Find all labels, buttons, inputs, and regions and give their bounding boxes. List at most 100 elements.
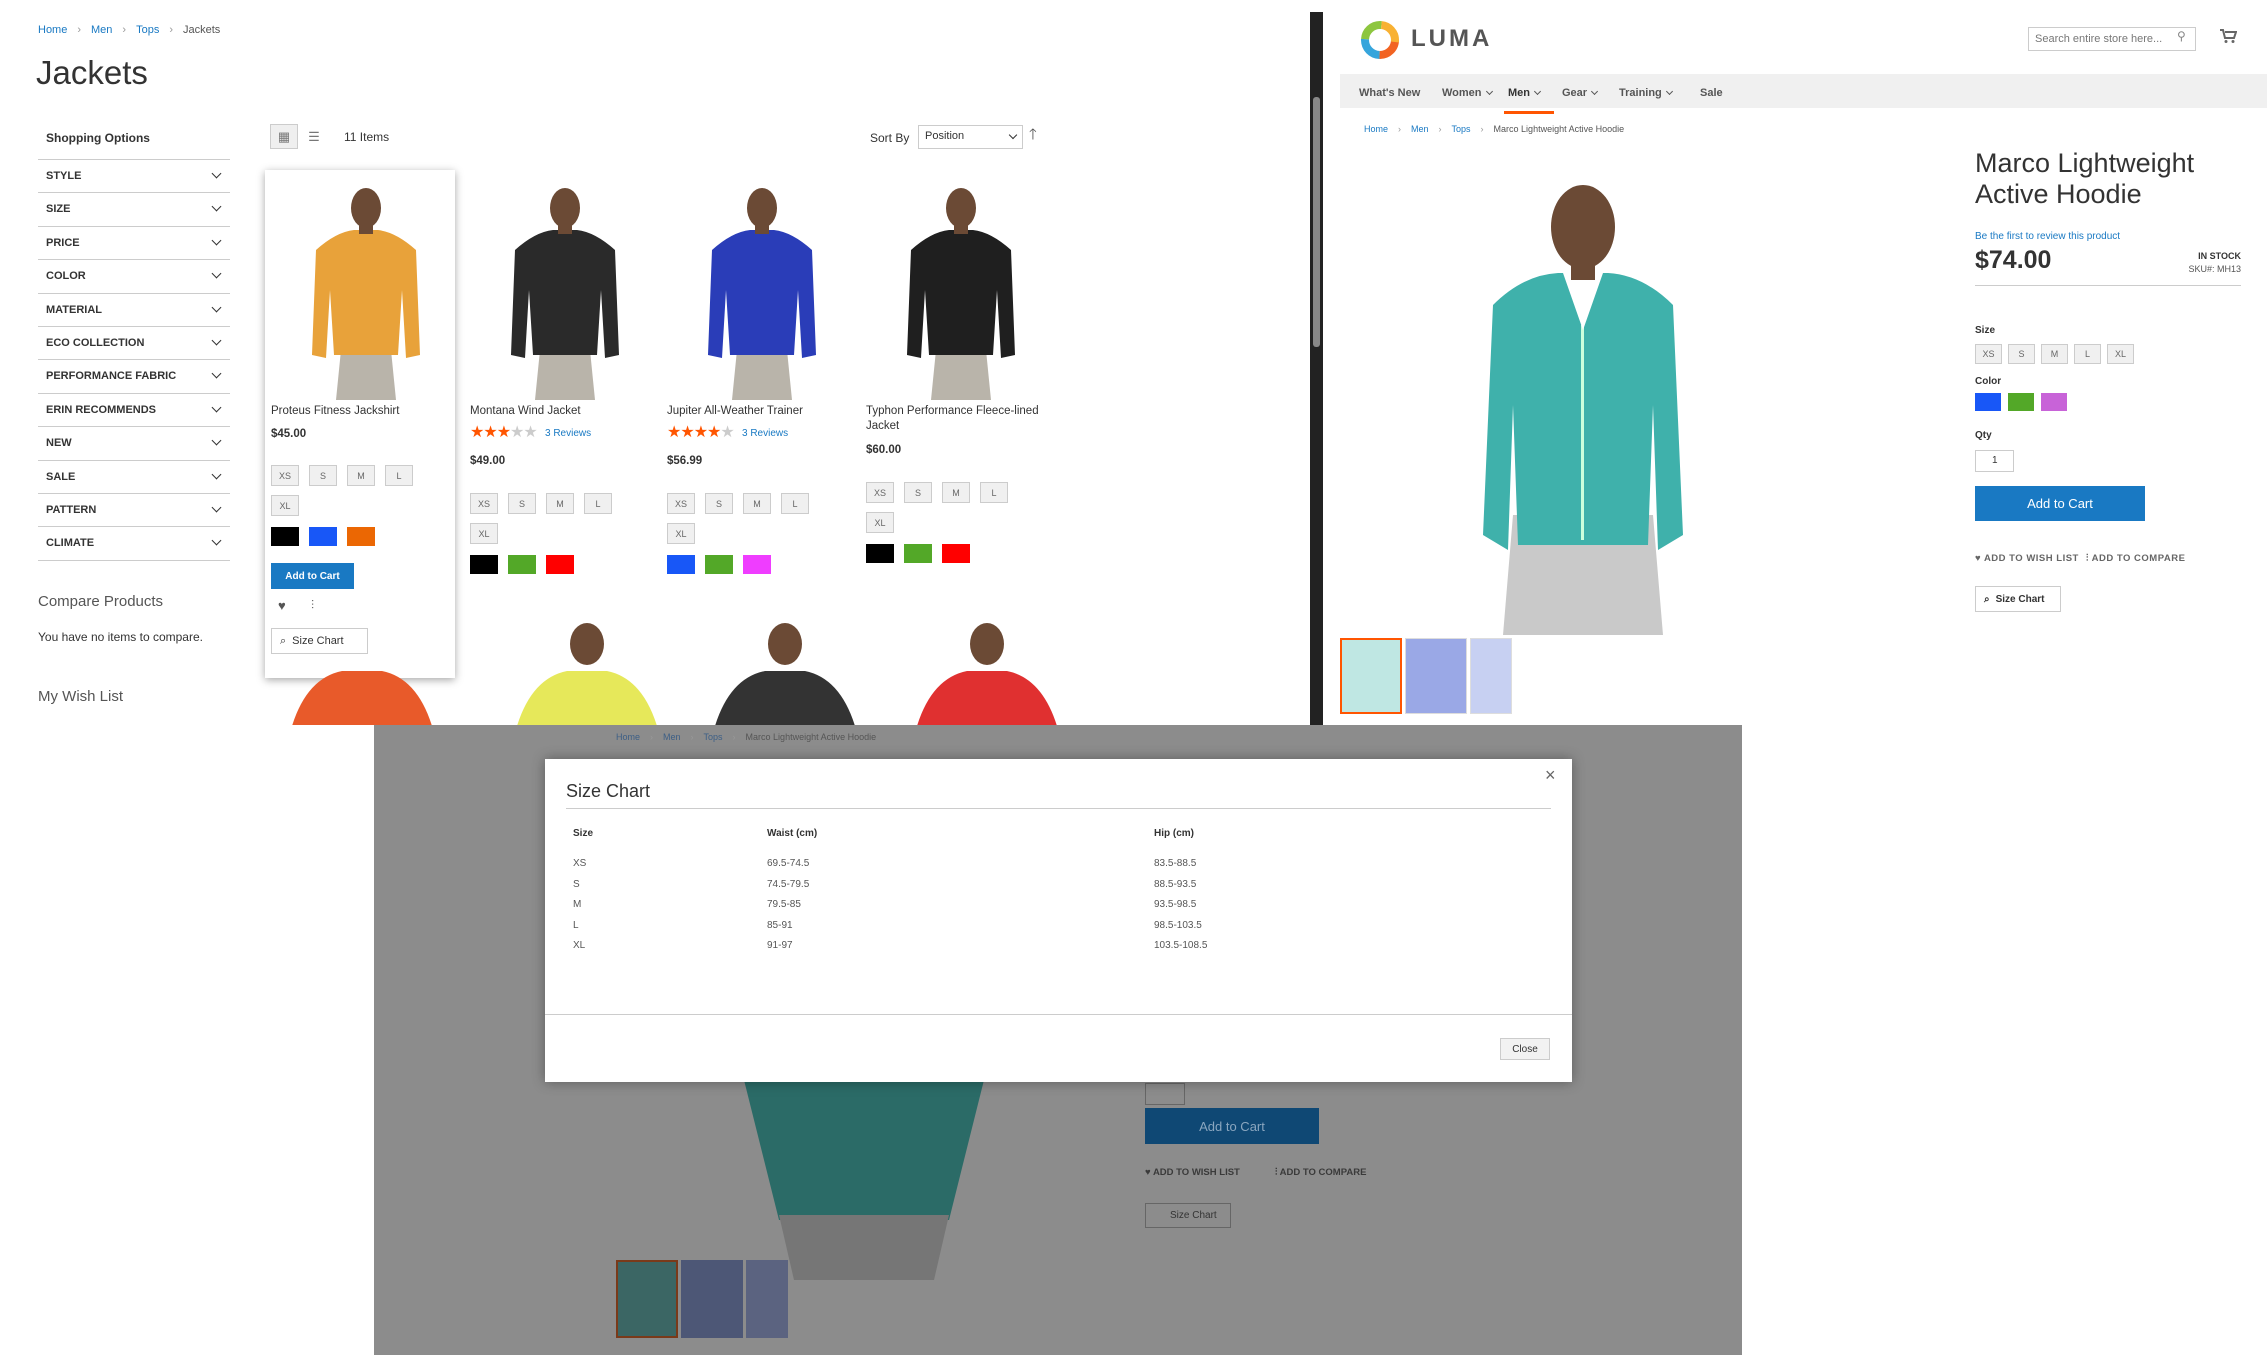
color-swatch[interactable] xyxy=(347,527,375,546)
thumbnail-2[interactable] xyxy=(1405,638,1467,714)
size-swatch-s[interactable]: S xyxy=(309,465,337,486)
color-swatch[interactable] xyxy=(705,555,733,574)
filter-style[interactable]: STYLE xyxy=(38,159,230,192)
product-image-row2[interactable] xyxy=(710,616,860,725)
size-swatch-s[interactable]: S xyxy=(904,482,932,503)
pd-color-swatch[interactable] xyxy=(1975,393,2001,411)
search-input[interactable]: Search entire store here... xyxy=(2028,27,2196,51)
size-swatch-m[interactable]: M xyxy=(942,482,970,503)
add-to-compare-link[interactable]: ⫶ ADD TO COMPARE xyxy=(2086,553,2185,564)
cart-icon[interactable] xyxy=(2219,28,2237,44)
filter-climate[interactable]: CLIMATE xyxy=(38,526,230,559)
size-chart-button[interactable]: ⌕ Size Chart xyxy=(1975,586,2061,612)
product-name[interactable]: Montana Wind Jacket xyxy=(470,404,645,419)
filter-performance-fabric[interactable]: PERFORMANCE FABRIC xyxy=(38,359,230,392)
qty-input[interactable]: 1 xyxy=(1975,450,2014,472)
add-to-cart-button[interactable]: Add to Cart xyxy=(271,563,354,589)
color-swatch[interactable] xyxy=(309,527,337,546)
nav-men[interactable]: Men xyxy=(1504,87,1554,114)
color-swatch[interactable] xyxy=(271,527,299,546)
nav-sale[interactable]: Sale xyxy=(1700,87,1723,99)
size-swatch-xl[interactable]: XL xyxy=(667,523,695,544)
product-main-image[interactable] xyxy=(1463,155,1703,635)
pd-size-m[interactable]: M xyxy=(2041,344,2068,364)
search-icon[interactable]: ⚲ xyxy=(2177,29,2186,43)
filter-new[interactable]: NEW xyxy=(38,426,230,459)
size-swatch-l[interactable]: L xyxy=(385,465,413,486)
luma-logo-icon[interactable] xyxy=(1360,20,1400,60)
reviews-link[interactable]: 3 Reviews xyxy=(545,428,591,439)
close-icon[interactable]: × xyxy=(1545,765,1556,786)
product-image-4[interactable] xyxy=(901,180,1021,400)
filter-erin-recommends[interactable]: ERIN RECOMMENDS xyxy=(38,392,230,426)
list-view-button[interactable]: ☰ xyxy=(300,124,328,149)
breadcrumb-men[interactable]: Men xyxy=(91,24,112,36)
size-swatch-xs[interactable]: XS xyxy=(271,465,299,486)
thumbnail-1[interactable] xyxy=(1340,638,1402,714)
breadcrumb-men[interactable]: Men xyxy=(1411,124,1429,134)
product-name[interactable]: Proteus Fitness Jackshirt xyxy=(271,404,446,419)
size-swatch-xs[interactable]: XS xyxy=(470,493,498,514)
product-image-row2[interactable] xyxy=(912,616,1062,725)
sort-direction-icon[interactable]: 🡑 xyxy=(1029,124,1037,149)
product-image-row2[interactable] xyxy=(512,616,662,725)
size-swatch-m[interactable]: M xyxy=(743,493,771,514)
color-swatch[interactable] xyxy=(743,555,771,574)
breadcrumb-tops[interactable]: Tops xyxy=(136,24,159,36)
scrollbar[interactable] xyxy=(1310,12,1323,725)
size-swatch-m[interactable]: M xyxy=(347,465,375,486)
close-button[interactable]: Close xyxy=(1500,1038,1550,1060)
sort-select[interactable]: Position xyxy=(918,125,1023,149)
scrollbar-thumb[interactable] xyxy=(1313,97,1320,347)
size-swatch-l[interactable]: L xyxy=(781,493,809,514)
compare-icon[interactable]: ⫶ xyxy=(311,598,314,613)
filter-price[interactable]: PRICE xyxy=(38,225,230,259)
pd-color-swatch[interactable] xyxy=(2041,393,2067,411)
nav-training[interactable]: Training xyxy=(1619,87,1673,99)
breadcrumb-home[interactable]: Home xyxy=(1364,124,1388,134)
breadcrumb-tops[interactable]: Tops xyxy=(1452,124,1471,134)
size-swatch-l[interactable]: L xyxy=(980,482,1008,503)
color-swatch[interactable] xyxy=(667,555,695,574)
product-image-3[interactable] xyxy=(702,180,822,400)
breadcrumb-home[interactable]: Home xyxy=(38,24,67,36)
add-to-wishlist-link[interactable]: ♥ ADD TO WISH LIST xyxy=(1975,553,2079,564)
grid-view-button[interactable]: ▦ xyxy=(270,124,298,149)
size-swatch-xl[interactable]: XL xyxy=(866,512,894,533)
size-swatch-s[interactable]: S xyxy=(508,493,536,514)
thumbnail-3[interactable] xyxy=(1470,638,1512,714)
pd-color-swatch[interactable] xyxy=(2008,393,2034,411)
product-name[interactable]: Jupiter All-Weather Trainer xyxy=(667,404,842,419)
color-swatch[interactable] xyxy=(942,544,970,563)
size-swatch-m[interactable]: M xyxy=(546,493,574,514)
product-image-1[interactable] xyxy=(306,180,426,400)
color-swatch[interactable] xyxy=(866,544,894,563)
filter-sale[interactable]: SALE xyxy=(38,459,230,493)
nav-women[interactable]: Women xyxy=(1442,87,1493,99)
filter-material[interactable]: MATERIAL xyxy=(38,292,230,326)
color-swatch[interactable] xyxy=(904,544,932,563)
size-swatch-xs[interactable]: XS xyxy=(667,493,695,514)
pd-size-xs[interactable]: XS xyxy=(1975,344,2002,364)
filter-eco-collection[interactable]: ECO COLLECTION xyxy=(38,326,230,359)
nav-gear[interactable]: Gear xyxy=(1562,87,1599,99)
size-swatch-xs[interactable]: XS xyxy=(866,482,894,503)
product-image-row2[interactable] xyxy=(287,616,437,725)
size-swatch-s[interactable]: S xyxy=(705,493,733,514)
review-link[interactable]: Be the first to review this product xyxy=(1975,231,2120,242)
size-swatch-l[interactable]: L xyxy=(584,493,612,514)
logo-text[interactable]: LUMA xyxy=(1411,25,1492,53)
pd-size-s[interactable]: S xyxy=(2008,344,2035,364)
reviews-link[interactable]: 3 Reviews xyxy=(742,428,788,439)
add-to-cart-button[interactable]: Add to Cart xyxy=(1975,486,2145,521)
product-name[interactable]: Typhon Performance Fleece-lined Jacket xyxy=(866,404,1041,434)
wishlist-heart-icon[interactable]: ♥ xyxy=(278,598,286,613)
size-swatch-xl[interactable]: XL xyxy=(470,523,498,544)
filter-color[interactable]: COLOR xyxy=(38,259,230,292)
nav-whats-new[interactable]: What's New xyxy=(1359,87,1420,99)
product-image-2[interactable] xyxy=(505,180,625,400)
pd-size-xl[interactable]: XL xyxy=(2107,344,2134,364)
size-swatch-xl[interactable]: XL xyxy=(271,495,299,516)
pd-size-l[interactable]: L xyxy=(2074,344,2101,364)
filter-pattern[interactable]: PATTERN xyxy=(38,493,230,526)
